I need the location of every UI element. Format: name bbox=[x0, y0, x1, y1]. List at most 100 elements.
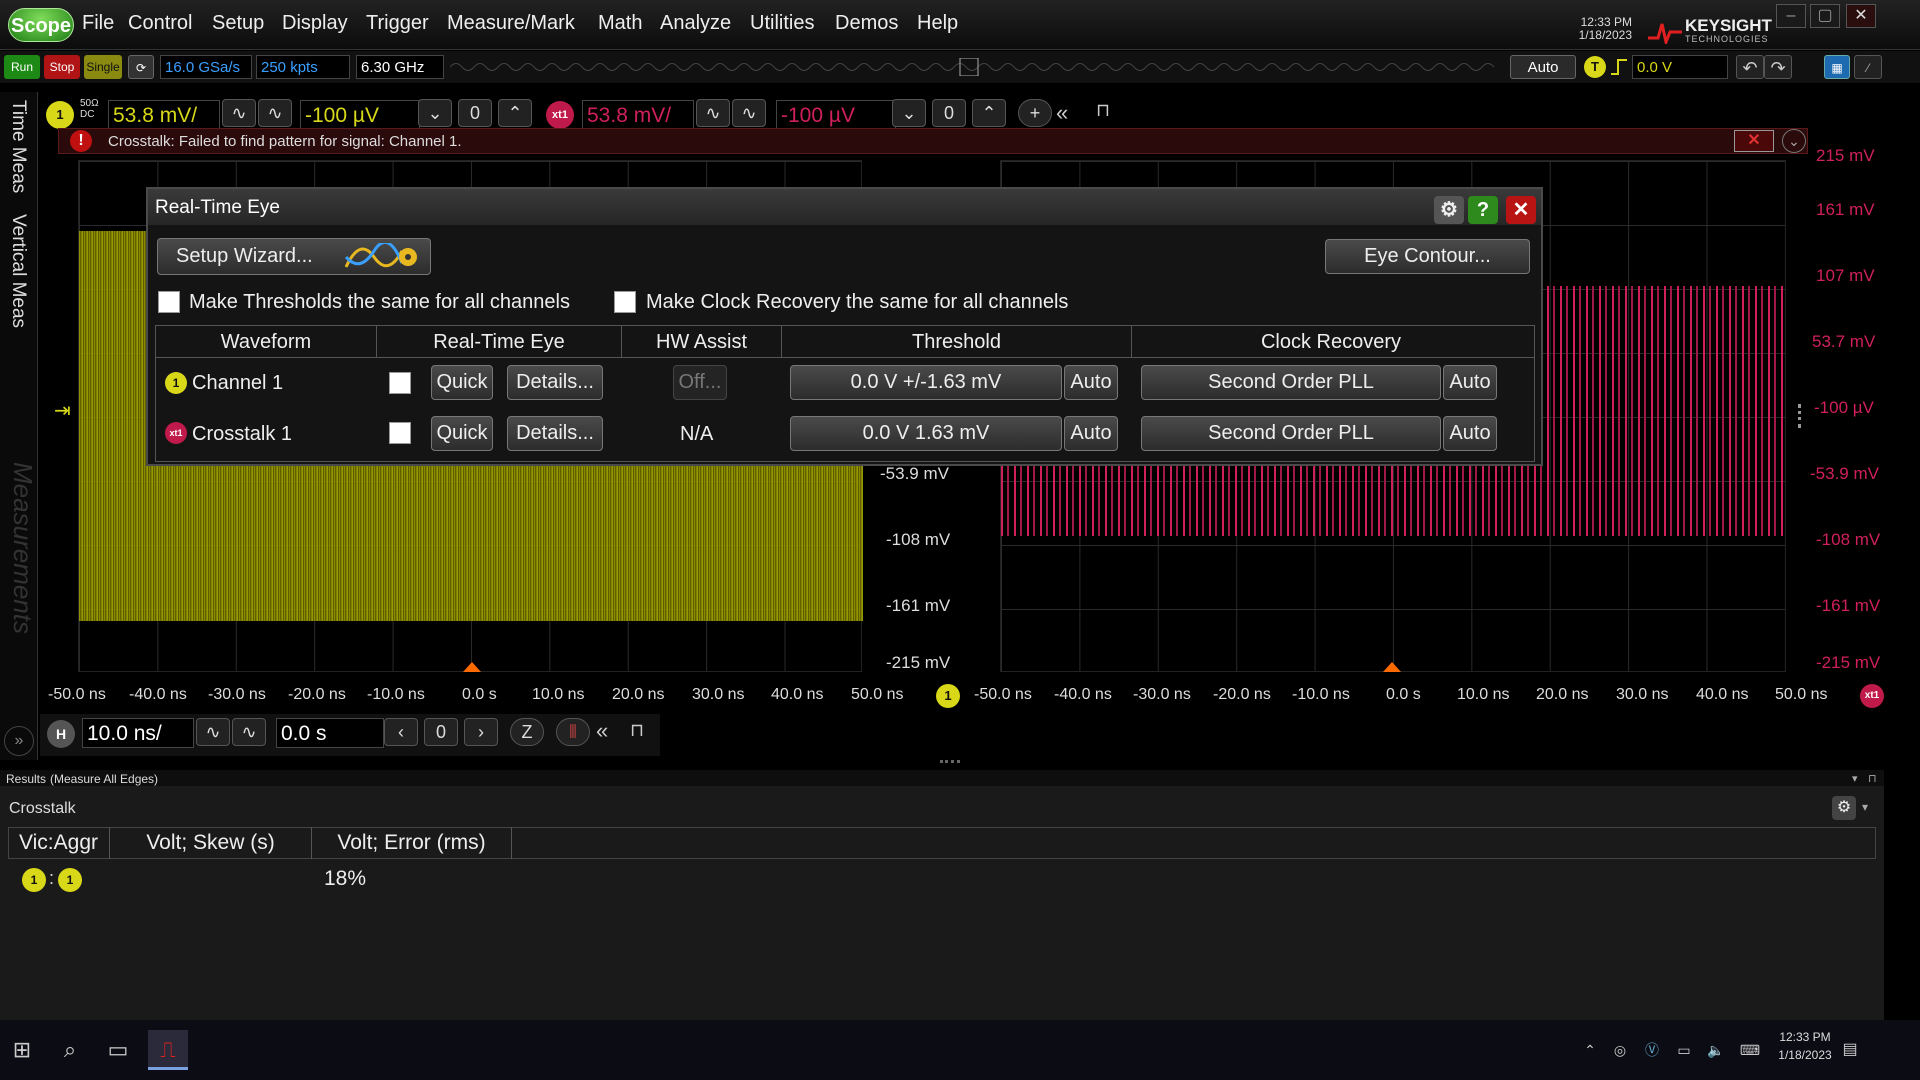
results-resize-handle[interactable] bbox=[940, 760, 960, 764]
crosstalk-1-offset-field[interactable]: -100 µV bbox=[776, 100, 896, 130]
ch1-sine-icon[interactable]: ∿ bbox=[222, 99, 256, 127]
results-dropdown-icon[interactable]: ▾ bbox=[1852, 772, 1858, 785]
channel-1-scale-field[interactable]: 53.8 mV/ bbox=[108, 100, 220, 130]
error-expand-icon[interactable]: ⌄ bbox=[1782, 129, 1806, 153]
channel-1-offset-field[interactable]: -100 µV bbox=[300, 100, 420, 130]
row-1-details-button[interactable]: Details... bbox=[507, 365, 603, 400]
right-plot-channel-badge[interactable]: xt1 bbox=[1860, 684, 1884, 708]
menu-setup[interactable]: Setup bbox=[212, 12, 264, 35]
crosstalk-1-badge[interactable]: xt1 bbox=[546, 101, 574, 129]
eye-contour-button[interactable]: Eye Contour... bbox=[1325, 239, 1530, 274]
hold-icon[interactable]: ⦀ bbox=[556, 718, 590, 746]
horizontal-badge[interactable]: H bbox=[47, 720, 75, 748]
row-1-clock-recovery-button[interactable]: Second Order PLL bbox=[1141, 365, 1441, 400]
setup-wizard-button[interactable]: Setup Wizard... bbox=[157, 238, 431, 275]
menu-trigger[interactable]: Trigger bbox=[366, 12, 429, 35]
column-volt-skew[interactable]: Volt; Skew (s) bbox=[110, 827, 312, 859]
row-1-threshold-button[interactable]: 0.0 V +/-1.63 mV bbox=[790, 365, 1062, 400]
h-left-icon[interactable]: ‹ bbox=[384, 718, 418, 746]
h-zero-icon[interactable]: 0 bbox=[424, 718, 458, 746]
right-drag-handle[interactable] bbox=[1798, 404, 1801, 428]
close-dialog-icon[interactable]: ✕ bbox=[1506, 196, 1536, 224]
menu-measure-mark[interactable]: Measure/Mark bbox=[447, 12, 575, 35]
measure-icon[interactable]: ⁄ bbox=[1854, 55, 1882, 79]
menu-demos[interactable]: Demos bbox=[835, 12, 898, 35]
xt1-zero-icon[interactable]: 0 bbox=[932, 99, 966, 127]
results-settings-icon[interactable]: ⚙ bbox=[1832, 796, 1856, 820]
h-pin-icon[interactable]: ⊓ bbox=[630, 720, 644, 741]
dialog-title-bar[interactable] bbox=[148, 189, 1541, 225]
zoom-icon[interactable]: Z bbox=[510, 718, 544, 746]
row-1-hw-assist-button[interactable]: Off... bbox=[673, 365, 727, 400]
bandwidth-field[interactable]: 6.30 GHz bbox=[356, 55, 444, 79]
tab-vertical-meas[interactable]: Vertical Meas bbox=[7, 214, 29, 328]
horizontal-scale-field[interactable]: 10.0 ns/ bbox=[82, 718, 194, 748]
pin-icon[interactable]: ⊓ bbox=[1096, 100, 1110, 121]
undo-icon[interactable]: ↶ bbox=[1736, 55, 1764, 79]
ch1-wave-icon[interactable]: ∿ bbox=[258, 99, 292, 127]
scope-app-icon[interactable]: ⎍ bbox=[148, 1030, 188, 1070]
row-1-clock-auto-button[interactable]: Auto bbox=[1443, 365, 1497, 400]
column-volt-error[interactable]: Volt; Error (rms) bbox=[312, 827, 512, 859]
rising-edge-icon[interactable] bbox=[1610, 58, 1628, 76]
row-1-quick-button[interactable]: Quick bbox=[431, 365, 493, 400]
expand-panel-icon[interactable]: » bbox=[4, 726, 34, 756]
menu-math[interactable]: Math bbox=[598, 12, 642, 35]
menu-utilities[interactable]: Utilities bbox=[750, 12, 814, 35]
results-pin-icon[interactable]: ⊓ bbox=[1868, 772, 1877, 785]
row-2-details-button[interactable]: Details... bbox=[507, 416, 603, 451]
close-window-button[interactable]: ✕ bbox=[1846, 4, 1876, 28]
trigger-mode-button[interactable]: Auto bbox=[1510, 55, 1576, 79]
crosstalk-1-scale-field[interactable]: 53.8 mV/ bbox=[582, 100, 694, 130]
thresholds-same-checkbox[interactable] bbox=[158, 291, 180, 313]
menu-display[interactable]: Display bbox=[282, 12, 348, 35]
row-2-threshold-button[interactable]: 0.0 V 1.63 mV bbox=[790, 416, 1062, 451]
ch1-down-icon[interactable]: ⌄ bbox=[418, 99, 452, 127]
menu-help[interactable]: Help bbox=[917, 12, 958, 35]
row-1-threshold-auto-button[interactable]: Auto bbox=[1064, 365, 1118, 400]
row-2-clock-recovery-button[interactable]: Second Order PLL bbox=[1141, 416, 1441, 451]
xt1-sine-icon[interactable]: ∿ bbox=[696, 99, 730, 127]
memory-depth-field[interactable]: 250 kpts bbox=[256, 55, 350, 79]
ch1-up-icon[interactable]: ⌃ bbox=[498, 99, 532, 127]
trigger-level-field[interactable]: 0.0 V bbox=[1632, 55, 1728, 79]
task-view-icon[interactable]: ▭ bbox=[98, 1030, 138, 1070]
row-2-rte-checkbox[interactable] bbox=[389, 422, 411, 444]
menu-control[interactable]: Control bbox=[128, 12, 192, 35]
keyboard-icon[interactable]: ⌨ bbox=[1730, 1030, 1770, 1070]
horizontal-position-field[interactable]: 0.0 s bbox=[276, 718, 384, 748]
ch1-zero-icon[interactable]: 0 bbox=[458, 99, 492, 127]
xt1-down-icon[interactable]: ⌄ bbox=[892, 99, 926, 127]
gear-icon[interactable]: ⚙ bbox=[1434, 196, 1464, 224]
menu-analyze[interactable]: Analyze bbox=[660, 12, 731, 35]
layout-icon[interactable]: ▦ bbox=[1824, 55, 1850, 79]
xt1-wave-icon[interactable]: ∿ bbox=[732, 99, 766, 127]
scope-logo-button[interactable]: Scope bbox=[8, 8, 74, 42]
xt1-up-icon[interactable]: ⌃ bbox=[972, 99, 1006, 127]
stop-button[interactable]: Stop bbox=[44, 55, 80, 79]
collapse-icon[interactable]: « bbox=[1056, 100, 1068, 126]
column-vic-aggr[interactable]: Vic:Aggr bbox=[8, 827, 110, 859]
h-right-icon[interactable]: › bbox=[464, 718, 498, 746]
run-button[interactable]: Run bbox=[4, 55, 40, 79]
notifications-icon[interactable]: ▤ bbox=[1830, 1030, 1870, 1070]
channel-1-badge[interactable]: 1 bbox=[46, 101, 74, 129]
help-icon[interactable]: ? bbox=[1468, 196, 1498, 224]
row-2-threshold-auto-button[interactable]: Auto bbox=[1064, 416, 1118, 451]
trigger-source-icon[interactable]: T bbox=[1584, 56, 1606, 78]
sample-rate-field[interactable]: 16.0 GSa/s bbox=[160, 55, 252, 79]
left-plot-channel-badge[interactable]: 1 bbox=[936, 684, 960, 708]
tab-time-meas[interactable]: Time Meas bbox=[7, 100, 29, 193]
row-1-rte-checkbox[interactable] bbox=[389, 372, 411, 394]
minimize-button[interactable]: – bbox=[1776, 4, 1806, 28]
h-sine-icon[interactable]: ∿ bbox=[196, 718, 230, 746]
redo-icon[interactable]: ↷ bbox=[1764, 55, 1792, 79]
add-waveform-icon[interactable]: + bbox=[1018, 99, 1052, 127]
row-2-quick-button[interactable]: Quick bbox=[431, 416, 493, 451]
start-icon[interactable]: ⊞ bbox=[2, 1030, 42, 1070]
menu-file[interactable]: File bbox=[82, 12, 114, 35]
search-icon[interactable]: ⌕ bbox=[50, 1030, 90, 1070]
results-menu-icon[interactable]: ▾ bbox=[1862, 800, 1868, 814]
trigger-marker-icon[interactable]: ⇥ bbox=[54, 398, 71, 423]
row-2-clock-auto-button[interactable]: Auto bbox=[1443, 416, 1497, 451]
